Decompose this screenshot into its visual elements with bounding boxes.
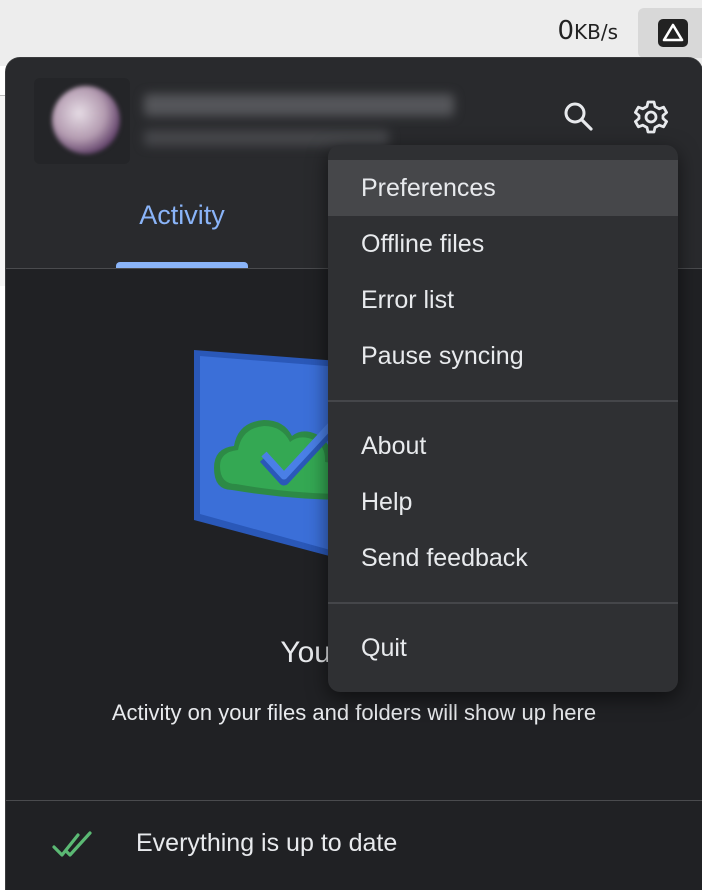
account-email — [144, 94, 454, 116]
sync-status-footer: Everything is up to date — [6, 800, 702, 890]
avatar-container[interactable] — [34, 78, 130, 164]
menu-item-about[interactable]: About — [328, 418, 678, 474]
network-rate: 0KB/s — [557, 16, 618, 46]
avatar — [52, 86, 120, 154]
menu-divider — [328, 602, 678, 604]
sync-status-text: Everything is up to date — [136, 829, 398, 857]
rate-unit: KB/s — [574, 20, 618, 44]
tab-activity-label: Activity — [139, 200, 225, 230]
menu-item-error-list[interactable]: Error list — [328, 272, 678, 328]
google-drive-icon — [658, 19, 688, 47]
tab-selected-indicator — [116, 262, 248, 268]
rate-value: 0 — [557, 16, 574, 46]
double-check-icon — [52, 831, 92, 857]
search-button[interactable] — [554, 92, 602, 140]
account-storage — [144, 130, 389, 146]
menu-item-quit[interactable]: Quit — [328, 620, 678, 676]
menu-item-help[interactable]: Help — [328, 474, 678, 530]
menu-divider — [328, 400, 678, 402]
empty-state-subtitle: Activity on your files and folders will … — [111, 700, 597, 725]
menubar: 0KB/s — [0, 0, 702, 66]
settings-button[interactable] — [626, 92, 674, 140]
menu-item-pause-syncing[interactable]: Pause syncing — [328, 328, 678, 384]
settings-menu: Preferences Offline files Error list Pau… — [328, 145, 678, 692]
gear-icon — [634, 100, 668, 134]
drive-tray-button[interactable] — [638, 8, 702, 58]
menu-item-send-feedback[interactable]: Send feedback — [328, 530, 678, 586]
menu-item-preferences[interactable]: Preferences — [328, 160, 678, 216]
tab-activity[interactable]: Activity — [116, 200, 248, 268]
menu-item-offline-files[interactable]: Offline files — [328, 216, 678, 272]
search-icon — [564, 102, 593, 131]
